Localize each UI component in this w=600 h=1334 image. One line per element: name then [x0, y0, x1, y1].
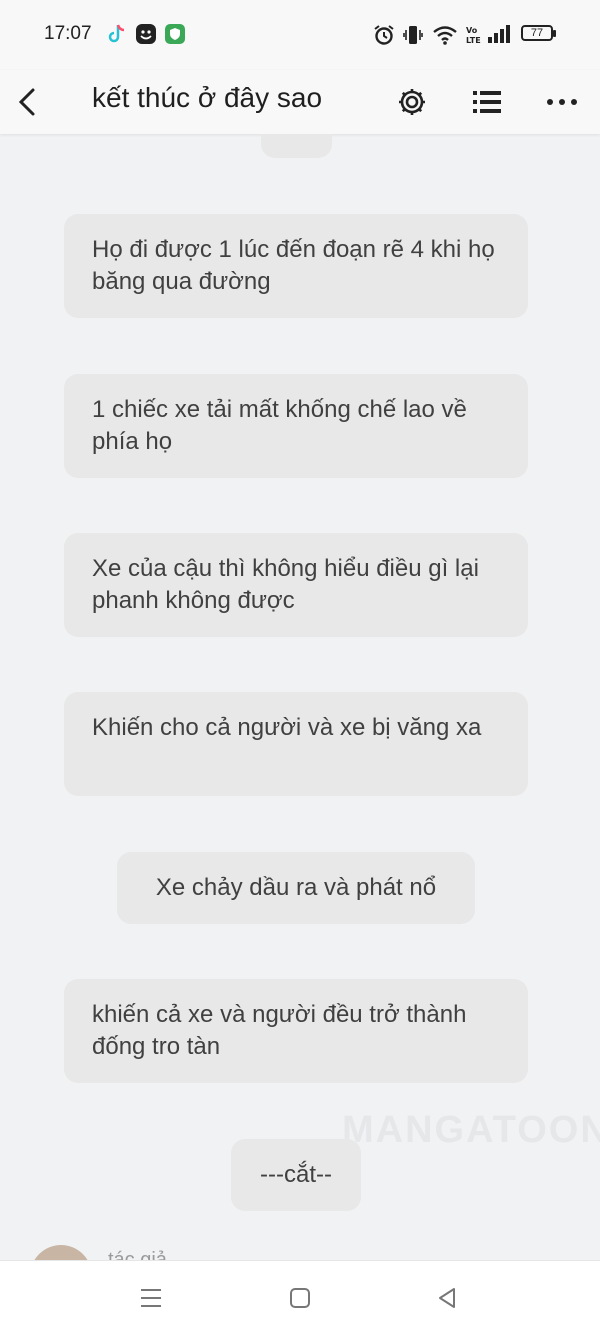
home-button[interactable] — [283, 1281, 317, 1315]
page-title: kết thúc ở đây sao — [92, 82, 323, 113]
status-bar: 17:07 Vo LTE 77 — [0, 0, 600, 70]
more-button[interactable] — [542, 82, 582, 122]
chat-bubble: Xe của cậu thì không hiểu điều gì lại ph… — [64, 533, 528, 637]
tiktok-icon — [106, 22, 128, 51]
chat-bubble: Họ đi được 1 lúc đến đoạn rẽ 4 khi họ bă… — [64, 214, 528, 318]
system-nav-bar — [0, 1260, 600, 1334]
chat-bubble: ---cắt-- — [231, 1139, 361, 1211]
vibrate-icon — [403, 24, 423, 51]
settings-button[interactable] — [392, 82, 432, 122]
chapter-list-button[interactable] — [467, 82, 507, 122]
back-nav-button[interactable] — [430, 1281, 464, 1315]
author-label: tác giả — [108, 1249, 167, 1260]
chat-bubble: Khiến cho cả người và xe bị văng xa — [64, 692, 528, 796]
svg-text:LTE: LTE — [466, 36, 481, 45]
svg-text:Vo: Vo — [466, 26, 478, 35]
list-icon — [473, 91, 501, 113]
menu-icon — [141, 1289, 161, 1307]
chat-bubble: khiến cả xe và người đều trở thành đống … — [64, 979, 528, 1083]
watermark: MANGATOON — [342, 1109, 600, 1151]
back-button[interactable] — [8, 82, 48, 122]
home-icon — [290, 1288, 310, 1308]
back-triangle-icon — [439, 1288, 455, 1308]
chat-bubble: Xe chảy dầu ra và phát nổ — [117, 852, 475, 924]
wifi-icon — [432, 24, 458, 51]
author-row: tác giả — [0, 1239, 600, 1260]
alarm-icon — [373, 24, 395, 51]
volte-icon: Vo LTE — [465, 25, 483, 50]
gear-icon — [399, 89, 425, 115]
battery-icon: 77 — [521, 25, 556, 41]
chat-bubble: 1 chiếc xe tải mất khống chế lao về phía… — [64, 374, 528, 478]
shield-app-icon — [164, 23, 186, 50]
more-icon — [547, 99, 577, 105]
signal-icon — [487, 24, 513, 49]
app-bar: kết thúc ở đây sao — [0, 70, 600, 134]
chat-content[interactable]: Họ đi được 1 lúc đến đoạn rẽ 4 khi họ bă… — [0, 134, 600, 1260]
recent-apps-button[interactable] — [134, 1281, 168, 1315]
status-time: 17:07 — [44, 23, 92, 44]
face-app-icon — [135, 23, 157, 50]
avatar[interactable] — [30, 1245, 92, 1260]
back-icon — [18, 88, 35, 116]
partial-bubble — [261, 134, 332, 158]
